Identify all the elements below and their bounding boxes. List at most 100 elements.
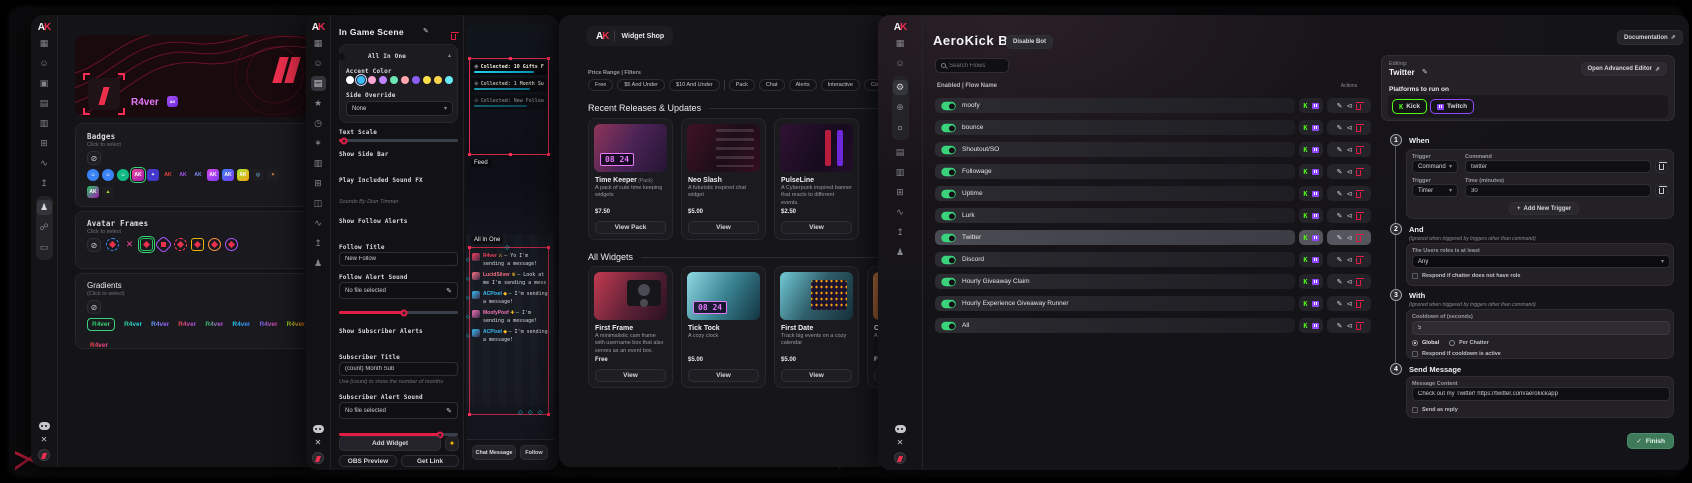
add-widget-button[interactable]: Add Widget	[339, 436, 441, 451]
bag-icon[interactable]: ▥	[311, 156, 326, 171]
time-minutes-input[interactable]	[1465, 184, 1651, 197]
documentation-button[interactable]: Documentation⇗	[1617, 30, 1683, 45]
profile-avatar-large[interactable]	[88, 78, 120, 110]
x-twitter-icon[interactable]: ✕	[897, 438, 904, 447]
delete-flow-icon[interactable]	[1356, 251, 1361, 269]
accent-color-swatch[interactable]	[401, 76, 409, 84]
flow-enabled-toggle[interactable]	[941, 299, 955, 308]
disable-bot-button[interactable]: Disable Bot	[1006, 35, 1053, 49]
follow-sound-picker[interactable]: No file selected✎	[339, 282, 458, 299]
person-icon[interactable]: ♟	[37, 200, 52, 215]
share-flow-icon[interactable]: ⊲	[1347, 234, 1353, 242]
gradient-item[interactable]: R4ver	[151, 318, 169, 331]
delete-flow-icon[interactable]	[1356, 317, 1361, 335]
chart-icon[interactable]: ∿	[893, 205, 908, 220]
flow-enabled-toggle[interactable]	[941, 255, 955, 264]
edit-flow-icon[interactable]: ✎	[1337, 300, 1343, 308]
pick-file-icon[interactable]: ✎	[446, 287, 452, 295]
badge-item[interactable]: AK	[132, 169, 144, 181]
smiley-icon[interactable]: ☺	[311, 56, 326, 71]
gift-icon[interactable]: ⊞	[893, 185, 908, 200]
side-override-select[interactable]: None▾	[346, 101, 453, 116]
delete-flow-icon[interactable]	[1356, 119, 1361, 137]
delete-flow-icon[interactable]	[1356, 207, 1361, 225]
selection-handle[interactable]	[509, 57, 512, 60]
send-as-reply-checkbox[interactable]	[1412, 407, 1418, 413]
feed-widget-label[interactable]: Feed	[471, 159, 491, 167]
delete-flow-icon[interactable]	[1356, 273, 1361, 291]
clock-icon[interactable]: ◷	[311, 116, 326, 131]
edit-flow-icon[interactable]: ✎	[1337, 102, 1343, 110]
person-icon[interactable]: ♟	[893, 245, 908, 260]
edit-flow-icon[interactable]: ✎	[1337, 256, 1343, 264]
category-filter-chip[interactable]: Pack	[729, 79, 755, 91]
widget-card[interactable]: PulseLineA Cyberpunk inspired banner tha…	[774, 118, 859, 240]
gradient-item[interactable]: R4ver	[287, 318, 305, 331]
user-avatar[interactable]	[38, 449, 50, 461]
flow-enabled-toggle[interactable]	[941, 145, 955, 154]
monitor-icon[interactable]: ▤	[893, 145, 908, 160]
flow-row[interactable]: bounce	[935, 120, 1295, 135]
people-icon[interactable]: ☍	[37, 220, 52, 235]
delete-flow-icon[interactable]	[1356, 295, 1361, 313]
gradient-item[interactable]: R4ver	[90, 342, 108, 349]
badge-item[interactable]: AK	[192, 169, 204, 181]
badge-item[interactable]: ◎	[252, 169, 264, 181]
share-flow-icon[interactable]: ⊲	[1347, 212, 1353, 220]
get-link-button[interactable]: Get Link	[401, 455, 459, 467]
price-filter-chip[interactable]: Free	[588, 79, 613, 91]
trigger-type-select-1[interactable]: Command▾	[1412, 160, 1458, 173]
discord-icon[interactable]	[895, 425, 906, 433]
grid-icon[interactable]: ▦	[37, 36, 52, 51]
flow-row[interactable]: moofy	[935, 98, 1295, 113]
ai-widget-button[interactable]: ✦	[445, 436, 459, 451]
globe-icon[interactable]: ⊕	[893, 100, 908, 115]
share-flow-icon[interactable]: ⊲	[1347, 190, 1353, 198]
person-icon[interactable]: ♟	[311, 256, 326, 271]
share-flow-icon[interactable]: ⊲	[1347, 124, 1353, 132]
share-flow-icon[interactable]: ⊲	[1347, 300, 1353, 308]
global-radio[interactable]	[1412, 340, 1418, 346]
price-filter-chip[interactable]: $10 And Under	[669, 79, 720, 91]
badge-item[interactable]: ☺	[117, 169, 129, 181]
flow-row[interactable]: All	[935, 318, 1295, 333]
collapse-icon[interactable]: ▴	[448, 52, 451, 59]
open-advanced-editor-button[interactable]: Open Advanced Editor⇗	[1581, 62, 1667, 76]
rename-scene-icon[interactable]: ✎	[423, 27, 429, 35]
edit-flow-icon[interactable]: ✎	[1337, 322, 1343, 330]
delete-scene-icon[interactable]	[451, 27, 456, 45]
share-flow-icon[interactable]: ⊲	[1347, 146, 1353, 154]
discord-icon[interactable]	[39, 422, 50, 430]
gradient-item[interactable]: R4ver	[205, 318, 223, 331]
wand-icon[interactable]: ✶	[311, 136, 326, 151]
platform-kick-button[interactable]: KKick	[1392, 99, 1427, 114]
widget-card[interactable]: First FrameA minimalistic cam frame with…	[588, 266, 673, 388]
accent-color-swatch[interactable]	[412, 76, 420, 84]
gear-icon[interactable]: ⚙	[893, 80, 908, 95]
selection-handle[interactable]	[547, 57, 550, 60]
widget-view-button[interactable]: View	[688, 369, 759, 382]
flow-row[interactable]: Uptime	[935, 186, 1295, 201]
flow-enabled-toggle[interactable]	[941, 321, 955, 330]
price-filter-chip[interactable]: $5 And Under	[617, 79, 665, 91]
star-icon[interactable]: ★	[311, 96, 326, 111]
widget-view-button[interactable]: View	[595, 369, 666, 382]
share-flow-icon[interactable]: ⊲	[1347, 168, 1353, 176]
edit-flow-icon[interactable]: ✎	[1337, 212, 1343, 220]
badge-item[interactable]: AK	[237, 169, 249, 181]
avatar-frame-item[interactable]	[174, 238, 187, 251]
edit-flow-icon[interactable]: ✎	[1337, 168, 1343, 176]
follow-volume-slider[interactable]	[339, 311, 458, 314]
delete-flow-icon[interactable]	[1356, 141, 1361, 159]
widget-view-button[interactable]: View	[781, 369, 852, 382]
flow-enabled-toggle[interactable]	[941, 189, 955, 198]
aerokick-logo[interactable]: AK	[894, 22, 906, 33]
badge-item[interactable]: ☺	[102, 169, 114, 181]
flow-enabled-toggle[interactable]	[941, 123, 955, 132]
respond-no-role-checkbox[interactable]	[1412, 273, 1418, 279]
monitor-icon[interactable]: ▤	[37, 96, 52, 111]
badge-item[interactable]: AK	[177, 169, 189, 181]
flow-row[interactable]: Hourly Giveaway Claim	[935, 274, 1295, 289]
flow-enabled-toggle[interactable]	[941, 211, 955, 220]
upload-icon[interactable]: ↥	[893, 225, 908, 240]
